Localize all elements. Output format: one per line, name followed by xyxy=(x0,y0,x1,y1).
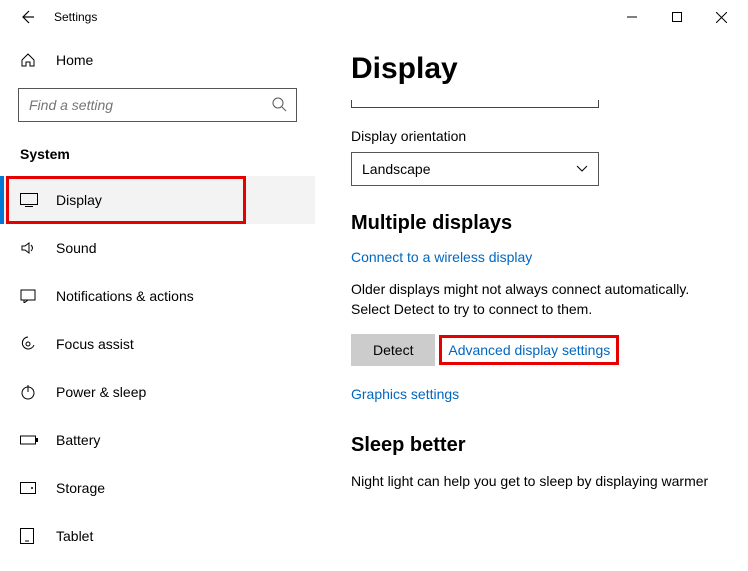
nav-storage[interactable]: Storage xyxy=(0,464,315,512)
search-container xyxy=(18,88,297,122)
nav-focus-assist[interactable]: Focus assist xyxy=(0,320,315,368)
nav-label: Notifications & actions xyxy=(56,288,194,304)
nav-label: Display xyxy=(56,192,102,208)
nav-label: Tablet xyxy=(56,528,93,544)
home-label: Home xyxy=(56,52,93,68)
highlight-box-advanced: Advanced display settings xyxy=(439,335,619,365)
older-displays-text: Older displays might not always connect … xyxy=(351,279,720,320)
nav-display[interactable]: Display xyxy=(0,176,315,224)
home-icon xyxy=(20,52,40,68)
page-heading: Display xyxy=(351,52,720,86)
nav-label: Sound xyxy=(56,240,96,256)
nav-label: Storage xyxy=(56,480,105,496)
sleep-better-text: Night light can help you get to sleep by… xyxy=(351,471,720,491)
window-title: Settings xyxy=(54,10,97,24)
advanced-display-link[interactable]: Advanced display settings xyxy=(448,342,610,358)
highlight-box xyxy=(6,176,246,224)
multiple-displays-heading: Multiple displays xyxy=(351,212,720,235)
power-icon xyxy=(20,384,40,400)
nav-label: Focus assist xyxy=(56,336,134,352)
nav-label: Power & sleep xyxy=(56,384,146,400)
content: Display Display orientation Landscape Mu… xyxy=(315,34,748,571)
orientation-select[interactable]: Landscape xyxy=(351,152,599,186)
notifications-icon xyxy=(20,289,40,303)
orientation-label: Display orientation xyxy=(351,128,720,144)
battery-icon xyxy=(20,434,40,446)
nav-sound[interactable]: Sound xyxy=(0,224,315,272)
sidebar: Home System Display Sound Notifications … xyxy=(0,34,315,571)
titlebar: Settings xyxy=(0,0,748,34)
nav-power-sleep[interactable]: Power & sleep xyxy=(0,368,315,416)
back-button[interactable] xyxy=(14,4,40,30)
graphics-settings-link[interactable]: Graphics settings xyxy=(351,386,459,402)
chevron-down-icon xyxy=(576,165,588,173)
nav-battery[interactable]: Battery xyxy=(0,416,315,464)
focus-assist-icon xyxy=(20,336,40,352)
orientation-value: Landscape xyxy=(362,161,431,177)
search-icon xyxy=(271,96,287,112)
nav-tablet[interactable]: Tablet xyxy=(0,512,315,560)
wireless-display-link[interactable]: Connect to a wireless display xyxy=(351,249,532,265)
tablet-icon xyxy=(20,528,40,544)
display-arrangement[interactable] xyxy=(351,100,599,108)
maximize-button[interactable] xyxy=(654,2,699,32)
category-heading: System xyxy=(0,140,315,176)
home-nav[interactable]: Home xyxy=(0,42,315,78)
display-icon xyxy=(20,193,40,207)
minimize-button[interactable] xyxy=(609,2,654,32)
nav-notifications[interactable]: Notifications & actions xyxy=(0,272,315,320)
sound-icon xyxy=(20,240,40,256)
search-input[interactable] xyxy=(18,88,297,122)
nav-label: Battery xyxy=(56,432,100,448)
detect-button[interactable]: Detect xyxy=(351,334,435,366)
close-button[interactable] xyxy=(699,2,744,32)
storage-icon xyxy=(20,482,40,494)
sleep-better-heading: Sleep better xyxy=(351,434,720,457)
